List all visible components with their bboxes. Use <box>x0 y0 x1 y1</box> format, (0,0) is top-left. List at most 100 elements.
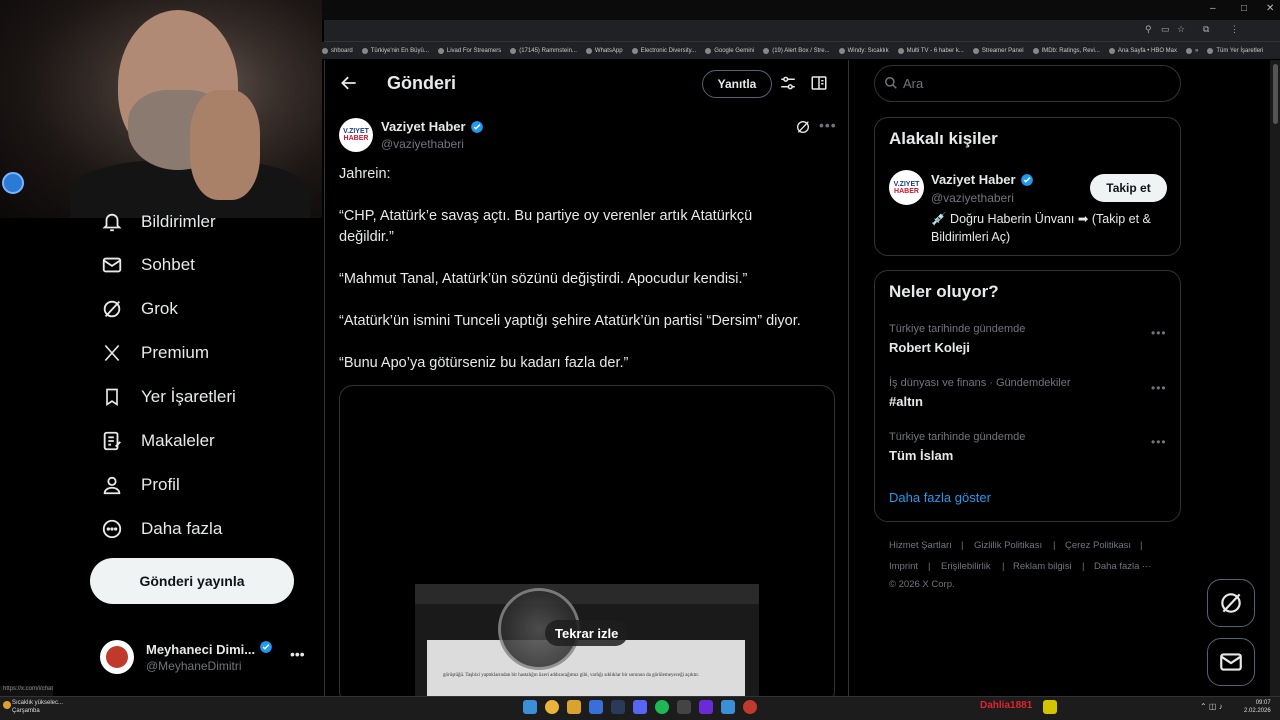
bookmark-item[interactable]: Windy: Sıcaklık <box>838 47 889 54</box>
footer-link[interactable]: Erişilebilirlik <box>941 561 991 572</box>
taskbar-clock[interactable]: 09:07 2.02.2026 <box>1244 699 1271 715</box>
bookmark-favicon-icon <box>897 47 904 54</box>
related-people-title: Alakalı kişiler <box>889 129 998 148</box>
address-bar[interactable] <box>324 20 1280 42</box>
bookmark-label: shboard <box>331 47 353 54</box>
steam-icon[interactable] <box>611 700 625 714</box>
app-icon[interactable] <box>1043 700 1057 714</box>
back-arrow-icon[interactable] <box>339 73 359 93</box>
search-input[interactable] <box>903 73 1163 93</box>
filter-icon[interactable] <box>779 74 797 92</box>
discord-icon[interactable] <box>633 700 647 714</box>
spotify-icon[interactable] <box>655 700 669 714</box>
scrollbar[interactable] <box>1270 60 1280 696</box>
windows-start-icon[interactable] <box>523 700 537 714</box>
post-button[interactable]: Gönderi yayınla <box>90 558 294 604</box>
reply-button[interactable]: Yanıtla <box>702 70 772 98</box>
star-icon[interactable]: ☆ <box>1177 24 1185 35</box>
folder-icon[interactable] <box>567 700 581 714</box>
app-icon[interactable] <box>677 700 691 714</box>
nav-item-bookmarks[interactable]: Yer İşaretleri <box>100 382 236 412</box>
tweet-more-icon[interactable]: ••• <box>819 117 837 133</box>
bookmark-item[interactable]: IMDb: Ratings, Revi... <box>1032 47 1100 54</box>
nav-item-grok[interactable]: Grok <box>100 294 178 324</box>
account-more-icon[interactable]: ••• <box>290 646 305 662</box>
footer-link[interactable]: Hizmet Şartları <box>889 540 952 551</box>
webcam-indicator-icon <box>2 172 24 194</box>
taskbar-username: Dahlia1881 <box>980 700 1033 711</box>
minimize-icon[interactable]: – <box>1210 3 1216 14</box>
cast-icon[interactable]: ▭ <box>1161 24 1170 35</box>
nav-item-chat[interactable]: Sohbet <box>100 250 195 280</box>
bookmark-item[interactable]: (17145) Rammstein... <box>510 47 577 54</box>
related-handle[interactable]: @vaziyethaberi <box>931 191 1014 205</box>
trend-name[interactable]: Tüm İslam <box>889 448 953 463</box>
nav-item-articles[interactable]: Makaleler <box>100 426 215 456</box>
mail-icon <box>1220 653 1242 671</box>
tray-icons[interactable]: ⌃ ◫ ♪ <box>1200 702 1223 711</box>
trend-more-icon[interactable]: ••• <box>1151 326 1167 340</box>
nav-label: Makaleler <box>141 431 215 450</box>
bookmark-item[interactable]: Ana Sayfa • HBO Max <box>1108 47 1177 54</box>
maximize-icon[interactable]: □ <box>1241 3 1247 14</box>
trend-name[interactable]: #altın <box>889 394 923 409</box>
app-icon[interactable] <box>589 700 603 714</box>
replay-button[interactable]: Tekrar izle <box>545 620 629 646</box>
bookmark-item[interactable]: WhatsApp <box>585 47 623 54</box>
nav-label: Bildirimler <box>141 212 216 231</box>
tweet-text-line: “CHP, Atatürk’e savaş açtı. Bu partiye o… <box>339 208 753 224</box>
bookmark-item[interactable]: shboard <box>322 47 353 54</box>
related-avatar[interactable]: V.ZIYET HABER <box>889 170 924 205</box>
weather-widget[interactable]: Sıcaklık yükselec... Çarşamba <box>12 699 63 715</box>
show-more-link[interactable]: Daha fazla göster <box>889 490 991 505</box>
footer-link[interactable]: Çerez Politikası <box>1065 540 1131 551</box>
nav-item-premium[interactable]: Premium <box>100 338 209 368</box>
reader-icon[interactable] <box>810 74 828 92</box>
bookmark-item[interactable]: » <box>1186 47 1198 54</box>
webcam-overlay <box>0 0 322 218</box>
bookmark-item[interactable]: Electronic Diversity... <box>631 47 696 54</box>
tweet-avatar[interactable]: V.ZIYET HABER <box>339 118 373 152</box>
related-name[interactable]: Vaziyet Haber <box>931 172 1016 187</box>
tweet-author-name[interactable]: Vaziyet Haber <box>381 119 466 134</box>
trend-more-icon[interactable]: ••• <box>1151 381 1167 395</box>
tweet-video[interactable]: görüştüğü. Taşbixi yaptıklarından bir ha… <box>339 385 835 696</box>
footer-link[interactable]: Imprint <box>889 561 918 572</box>
bookmark-item[interactable]: Tüm Yer İşaretleri <box>1207 47 1263 54</box>
footer-link[interactable]: Gizlilik Politikası <box>974 540 1042 551</box>
footer-link[interactable]: Daha fazla ··· <box>1094 561 1152 572</box>
app-icon[interactable] <box>699 700 713 714</box>
tweet-text-line: değildir.” <box>339 229 394 245</box>
tweet-author-handle[interactable]: @vaziyethaberi <box>381 137 464 151</box>
menu-icon[interactable]: ⋮ <box>1230 24 1239 35</box>
tweet-text-line: “Atatürk’ün ismini Tunceli yaptığı şehir… <box>339 313 801 329</box>
trend-more-icon[interactable]: ••• <box>1151 435 1167 449</box>
nav-item-notifications[interactable]: Bildirimler <box>100 207 216 237</box>
bookmark-item[interactable]: Google Gemini <box>705 47 754 54</box>
bookmark-item[interactable]: Türkiye'nin En Büyü... <box>361 47 429 54</box>
bookmark-item[interactable]: Livad For Streamers <box>437 47 501 54</box>
obs-icon[interactable] <box>743 700 757 714</box>
bookmark-item[interactable]: Multi TV - 6 haber k... <box>897 47 964 54</box>
app-icon[interactable] <box>721 700 735 714</box>
bookmark-item[interactable]: (19) Alert Box / Stre... <box>763 47 830 54</box>
follow-button[interactable]: Takip et <box>1090 174 1167 202</box>
nav-item-profile[interactable]: Profil <box>100 470 180 500</box>
grok-fab[interactable] <box>1207 579 1255 627</box>
footer-link[interactable]: Reklam bilgisi <box>1013 561 1072 572</box>
extensions-icon[interactable]: ⧉ <box>1203 24 1209 35</box>
bookmark-favicon-icon <box>585 47 592 54</box>
chrome-icon[interactable] <box>545 700 559 714</box>
close-icon[interactable]: ✕ <box>1266 3 1274 14</box>
account-switcher[interactable]: Meyhaneci Dimi... @MeyhaneDimitri ••• <box>100 636 310 680</box>
scroll-thumb[interactable] <box>1273 64 1278 124</box>
grok-icon[interactable] <box>795 119 811 135</box>
trend-name[interactable]: Robert Koleji <box>889 340 970 355</box>
bookmark-favicon-icon <box>705 47 712 54</box>
grok-icon <box>1221 593 1241 613</box>
messages-fab[interactable] <box>1207 638 1255 686</box>
bookmark-item[interactable]: Streamer Panel <box>972 47 1024 54</box>
tweet-text-line: “Bunu Apo’ya götürseniz bu kadarı fazla … <box>339 355 629 371</box>
zoom-icon[interactable]: ⚲ <box>1145 24 1152 35</box>
nav-item-more[interactable]: Daha fazla <box>100 514 222 544</box>
